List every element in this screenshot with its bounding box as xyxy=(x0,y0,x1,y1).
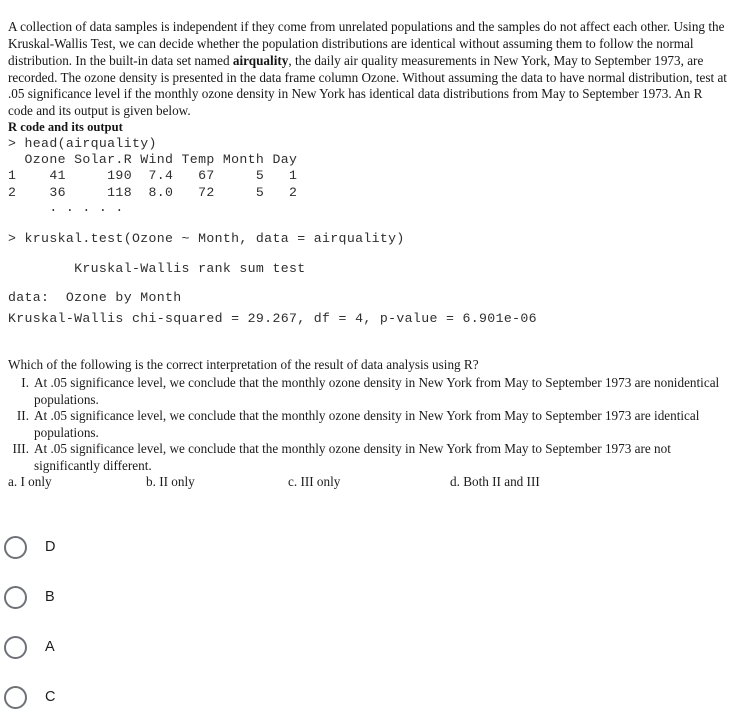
statement-numeral: I. xyxy=(21,375,29,390)
statement-list: I. At .05 significance level, we conclud… xyxy=(8,358,732,475)
statement-text: At .05 significance level, we conclude t… xyxy=(34,408,700,440)
option-b: b. II only xyxy=(146,474,195,489)
r-head-command: > head(airquality) xyxy=(8,136,157,151)
answer-choice-b[interactable]: B xyxy=(4,582,55,612)
option-d: d. Both II and III xyxy=(450,474,540,489)
radio-button-icon[interactable] xyxy=(4,585,27,609)
radio-button-icon[interactable] xyxy=(4,635,27,659)
statement-text: At .05 significance level, we conclude t… xyxy=(34,441,671,473)
answer-choice-label: D xyxy=(45,538,56,555)
r-kruskal-test-command: > kruskal.test(Ozone ~ Month, data = air… xyxy=(8,231,405,246)
passage-text: A collection of data samples is independ… xyxy=(8,19,730,120)
radio-button-icon[interactable] xyxy=(4,535,27,559)
statement-item: III. At .05 significance level, we concl… xyxy=(8,441,732,474)
answer-choice-d[interactable]: D xyxy=(4,532,55,562)
r-test-title: Kruskal-Wallis rank sum test xyxy=(8,261,306,276)
answer-choice-label: A xyxy=(45,638,55,655)
lettered-options-row: a. I only b. II only c. III only d. Both… xyxy=(0,474,736,492)
answer-choice-a[interactable]: A xyxy=(4,632,55,662)
r-data-frame-output: Ozone Solar.R Wind Temp Month Day 1 41 1… xyxy=(8,152,298,200)
radio-button-icon[interactable] xyxy=(4,685,27,709)
r-data-label-line: data: Ozone by Month xyxy=(8,290,182,305)
code-section-heading: R code and its output xyxy=(8,120,123,134)
statement-numeral: III. xyxy=(12,441,29,457)
dataset-name-emphasis: airquality xyxy=(232,52,289,68)
statement-item: I. At .05 significance level, we conclud… xyxy=(8,375,732,408)
answer-choice-label: C xyxy=(45,688,56,705)
statement-numeral: II. xyxy=(16,408,29,424)
question-page: A collection of data samples is independ… xyxy=(0,0,736,724)
r-test-statistics-line: Kruskal-Wallis chi-squared = 29.267, df … xyxy=(8,311,537,326)
statement-text: At .05 significance level, we conclude t… xyxy=(34,375,720,407)
answer-choice-c[interactable]: C xyxy=(4,682,55,712)
option-a: a. I only xyxy=(8,474,52,489)
option-c: c. III only xyxy=(288,474,341,489)
r-output-ellipsis: . . . . . xyxy=(8,200,124,215)
statement-item: II. At .05 significance level, we conclu… xyxy=(8,408,732,441)
answer-choice-label: B xyxy=(45,588,55,605)
